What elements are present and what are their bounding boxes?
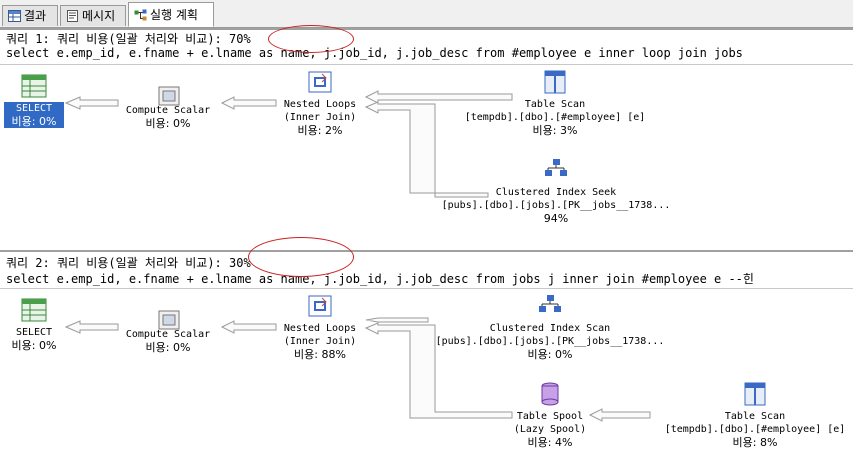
- q1-tscan-label: Table Scan: [524, 99, 586, 110]
- q2-select-label: SELECT: [15, 327, 53, 338]
- q1-tscan-cost: 비용: 3%: [532, 124, 578, 137]
- q1-select-label: SELECT: [4, 102, 64, 115]
- q2-nested-sub: (Inner Join): [283, 336, 357, 347]
- q2-cis-cost: 비용: 0%: [527, 348, 573, 361]
- select-icon: [21, 74, 47, 98]
- q2-tscan-cost: 비용: 8%: [732, 436, 778, 449]
- table-spool-icon: [541, 382, 559, 406]
- q2-cis-label: Clustered Index Scan: [489, 323, 611, 334]
- q1-nested-sub: (Inner Join): [283, 112, 357, 123]
- q2-nested-loops-node[interactable]: Nested Loops (Inner Join) 비용: 88%: [270, 294, 370, 361]
- q2-clustered-index-scan-node[interactable]: Clustered Index Scan [pubs].[dbo].[jobs]…: [428, 294, 672, 361]
- arrow-q1-compute-to-select: [64, 96, 119, 110]
- q1-clustered-index-seek-node[interactable]: Clustered Index Seek [pubs].[dbo].[jobs]…: [432, 158, 680, 225]
- plan-arrows: [64, 90, 651, 422]
- arrow-q2-compute-to-select: [64, 320, 119, 334]
- q2-spool-sub: (Lazy Spool): [513, 424, 587, 435]
- q2-tscan-label: Table Scan: [724, 411, 786, 422]
- q1-table-scan-node[interactable]: Table Scan [tempdb].[dbo].[#employee] [e…: [450, 70, 660, 137]
- q1-select-cost: 비용: 0%: [4, 115, 64, 128]
- q1-nested-cost: 비용: 2%: [297, 124, 343, 137]
- compute-scalar-icon: [158, 86, 180, 106]
- q2-nested-label: Nested Loops: [283, 323, 357, 334]
- q1-compute-cost: 비용: 0%: [145, 117, 191, 130]
- q2-select-cost: 비용: 0%: [11, 339, 57, 352]
- clustered-index-seek-icon: [545, 159, 567, 176]
- arrow-q2-cis-to-nested: [365, 317, 429, 323]
- q2-spool-label: Table Spool: [516, 411, 584, 422]
- compute-scalar-icon: [158, 310, 180, 330]
- q1-tscan-sub: [tempdb].[dbo].[#employee] [e]: [464, 112, 646, 123]
- q2-nested-cost: 비용: 88%: [294, 348, 346, 361]
- q2-cis-sub: [pubs].[dbo].[jobs].[PK__jobs__1738...: [435, 336, 665, 347]
- q2-compute-cost: 비용: 0%: [145, 341, 191, 354]
- clustered-index-scan-icon: [539, 295, 561, 312]
- q1-select-node[interactable]: SELECT 비용: 0%: [4, 74, 64, 128]
- q1-nested-loops-node[interactable]: Nested Loops (Inner Join) 비용: 2%: [270, 70, 370, 137]
- nested-loops-icon: [308, 71, 332, 93]
- q2-table-scan-node[interactable]: Table Scan [tempdb].[dbo].[#employee] [e…: [650, 382, 853, 449]
- nested-loops-icon: [308, 295, 332, 317]
- q1-nested-label: Nested Loops: [283, 99, 357, 110]
- q2-spool-cost: 비용: 4%: [527, 436, 573, 449]
- q2-tscan-sub: [tempdb].[dbo].[#employee] [e]: [664, 424, 846, 435]
- arrow-q2-nested-to-compute: [220, 320, 277, 334]
- q2-select-node[interactable]: SELECT 비용: 0%: [4, 298, 64, 352]
- select-icon: [21, 298, 47, 322]
- table-scan-icon: [744, 382, 766, 406]
- q1-cis-label: Clustered Index Seek: [495, 187, 617, 198]
- table-scan-icon: [544, 70, 566, 94]
- q1-cis-sub: [pubs].[dbo].[jobs].[PK__jobs__1738...: [441, 200, 671, 211]
- q2-table-spool-node[interactable]: Table Spool (Lazy Spool) 비용: 4%: [500, 382, 600, 449]
- q1-cis-cost: 94%: [543, 212, 569, 225]
- arrow-q1-nested-to-compute: [220, 96, 277, 110]
